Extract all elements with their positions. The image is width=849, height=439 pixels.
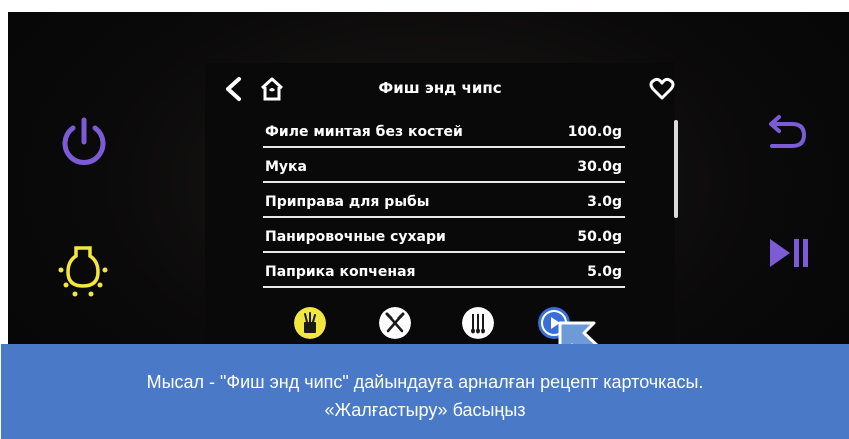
top-bar: Фиш энд чипс [205, 63, 675, 115]
ingredient-amount: 50.0g [577, 229, 622, 245]
ingredient-amount: 3.0g [587, 194, 622, 210]
caption-line-2: «Жалғастыру» басыңыз [324, 400, 526, 420]
scrollbar[interactable] [674, 120, 678, 218]
return-icon[interactable] [766, 112, 812, 158]
play-pause-icon[interactable] [768, 236, 812, 270]
ingredient-row: Паприка копченая 5.0g [263, 253, 625, 288]
ingredient-name: Паприка копченая [265, 264, 416, 280]
ingredient-name: Филе минтая без костей [265, 124, 463, 140]
light-bulb-icon[interactable] [50, 234, 116, 300]
caption-line-1: Мысал - "Фиш энд чипс" дайындауға арналғ… [146, 372, 704, 392]
ingredient-amount: 5.0g [587, 264, 622, 280]
ingredient-name: Мука [265, 159, 308, 175]
ingredient-list: Филе минтая без костей 100.0g Мука 30.0g… [263, 115, 625, 288]
ingredient-amount: 100.0g [567, 124, 622, 140]
instruction-caption: Мысал - "Фиш энд чипс" дайындауға арналғ… [1, 344, 849, 439]
ingredient-row: Приправа для рыбы 3.0g [263, 183, 625, 218]
ingredient-name: Панировочные сухари [265, 229, 446, 245]
heart-icon[interactable] [649, 77, 675, 101]
power-icon[interactable] [56, 115, 112, 171]
recipe-screen: Фиш энд чипс Филе минтая без костей 100.… [205, 63, 678, 353]
utensils-icon[interactable] [379, 307, 411, 339]
ingredients-icon[interactable] [294, 307, 326, 339]
ingredient-amount: 30.0g [577, 159, 622, 175]
ingredient-row: Мука 30.0g [263, 148, 625, 183]
ingredient-name: Приправа для рыбы [265, 194, 430, 210]
ingredient-row: Филе минтая без костей 100.0g [263, 115, 625, 148]
ingredient-row: Панировочные сухари 50.0g [263, 218, 625, 253]
accessories-icon[interactable] [462, 307, 494, 339]
page-title: Фиш энд чипс [378, 79, 502, 97]
